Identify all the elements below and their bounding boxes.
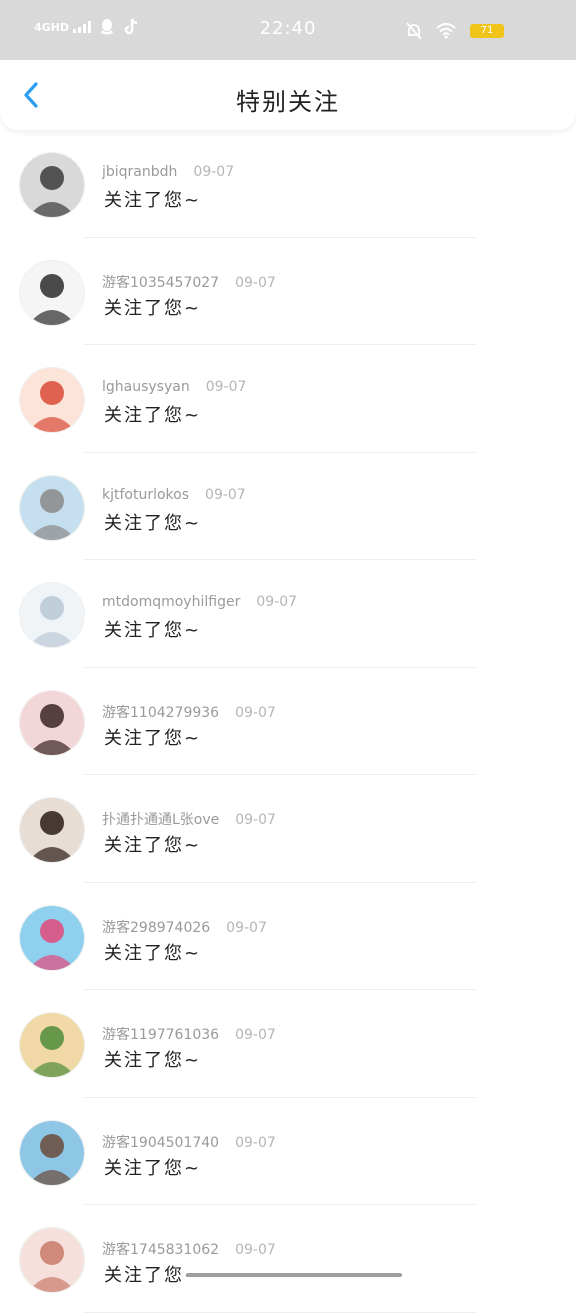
date: 09-07 xyxy=(205,379,247,395)
avatar[interactable] xyxy=(19,904,85,971)
date: 09-07 xyxy=(235,1242,276,1258)
status-right-icons xyxy=(406,22,456,40)
item-meta: jbiqranbdh 09-07 xyxy=(102,164,234,180)
page-title: 特别关注 xyxy=(236,88,340,116)
message: 关注了您~ xyxy=(104,1050,202,1071)
message: 关注了您~ xyxy=(104,1157,202,1179)
list-item[interactable]: lghausysyan 09-07 关注了您~ xyxy=(0,345,576,453)
message: 关注了您~ xyxy=(104,405,202,426)
avatar[interactable] xyxy=(19,474,85,541)
item-meta: 游客1104279936 09-07 xyxy=(102,702,276,722)
item-meta: 游客1035457027 09-07 xyxy=(102,272,276,292)
message: 关注了您~ xyxy=(104,942,202,964)
username: mtdomqmoyhilfiger xyxy=(102,594,241,610)
username: 扑通扑通通L张ove xyxy=(102,812,220,828)
message: 关注了您~ xyxy=(104,620,202,641)
list-item[interactable]: mtdomqmoyhilfiger 09-07 关注了您~ xyxy=(0,560,576,668)
mute-bell-icon xyxy=(406,22,422,40)
username: jbiqranbdh xyxy=(102,164,178,180)
message: 关注了您~ xyxy=(104,297,202,319)
divider xyxy=(84,1311,476,1313)
date: 09-07 xyxy=(235,274,276,291)
date: 09-07 xyxy=(205,486,246,503)
date: 09-07 xyxy=(193,164,235,180)
list-item[interactable]: 游客1104279936 09-07 关注了您~ xyxy=(0,668,576,775)
follow-list: jbiqranbdh 09-07 关注了您~ 游客1035457027 09-07 … xyxy=(0,130,576,1313)
list-item[interactable]: 游客1197761036 09-07 关注了您~ xyxy=(0,990,576,1098)
home-indicator[interactable] xyxy=(186,1273,402,1277)
avatar[interactable] xyxy=(19,152,85,218)
item-meta: 游客298974026 09-07 xyxy=(102,917,267,937)
message: 关注了您~ xyxy=(104,835,202,856)
list-item[interactable]: 游客298974026 09-07 关注了您~ xyxy=(0,883,576,990)
date: 09-07 xyxy=(235,812,276,828)
item-meta: lghausysyan 09-07 xyxy=(102,379,246,395)
message: 关注了您~ xyxy=(104,727,202,749)
wifi-icon xyxy=(436,23,456,39)
username: 游客1904501740 xyxy=(102,1134,220,1151)
list-item[interactable]: jbiqranbdh 09-07 关注了您~ xyxy=(0,130,576,238)
list-item[interactable]: 游客1035457027 09-07 关注了您~ xyxy=(0,238,576,345)
page-header: 特别关注 xyxy=(0,60,576,130)
avatar[interactable] xyxy=(19,1227,85,1293)
username: 游客1104279936 xyxy=(102,704,220,721)
item-meta: kjtfoturlokos 09-07 xyxy=(102,487,246,503)
avatar[interactable] xyxy=(19,797,85,863)
item-meta: 游客1197761036 09-07 xyxy=(102,1024,276,1044)
battery-level: 71 xyxy=(480,25,494,36)
date: 09-07 xyxy=(226,919,267,936)
avatar[interactable] xyxy=(19,1012,85,1078)
avatar[interactable] xyxy=(19,367,85,433)
date: 09-07 xyxy=(235,704,276,721)
username: 游客1745831062 xyxy=(102,1242,220,1258)
battery-icon: 71 xyxy=(470,24,504,38)
username: lghausysyan xyxy=(102,379,190,395)
username: 游客298974026 xyxy=(102,919,211,936)
username: 游客1035457027 xyxy=(102,274,220,291)
item-meta: 游客1904501740 09-07 xyxy=(102,1132,276,1152)
username: 游客1197761036 xyxy=(102,1027,220,1043)
date: 09-07 xyxy=(256,594,298,610)
status-bar: 4GHD 22:40 71 xyxy=(0,0,576,60)
date: 09-07 xyxy=(235,1134,276,1151)
item-meta: mtdomqmoyhilfiger 09-07 xyxy=(102,594,297,610)
message: 关注了您~ xyxy=(104,512,202,534)
item-meta: 游客1745831062 09-07 xyxy=(102,1239,276,1259)
message: 关注了您~ xyxy=(104,190,202,211)
list-item[interactable]: 游客1745831062 09-07 关注了您~ xyxy=(0,1205,576,1313)
avatar[interactable] xyxy=(19,1119,85,1186)
date: 09-07 xyxy=(235,1027,276,1043)
list-item[interactable]: 游客1904501740 09-07 关注了您~ xyxy=(0,1098,576,1205)
avatar[interactable] xyxy=(19,689,85,756)
username: kjtfoturlokos xyxy=(102,486,190,503)
list-item[interactable]: kjtfoturlokos 09-07 关注了您~ xyxy=(0,453,576,560)
avatar[interactable] xyxy=(19,582,85,648)
avatar[interactable] xyxy=(19,259,85,326)
list-item[interactable]: 扑通扑通通L张ove 09-07 关注了您~ xyxy=(0,775,576,883)
item-meta: 扑通扑通通L张ove 09-07 xyxy=(102,809,276,829)
